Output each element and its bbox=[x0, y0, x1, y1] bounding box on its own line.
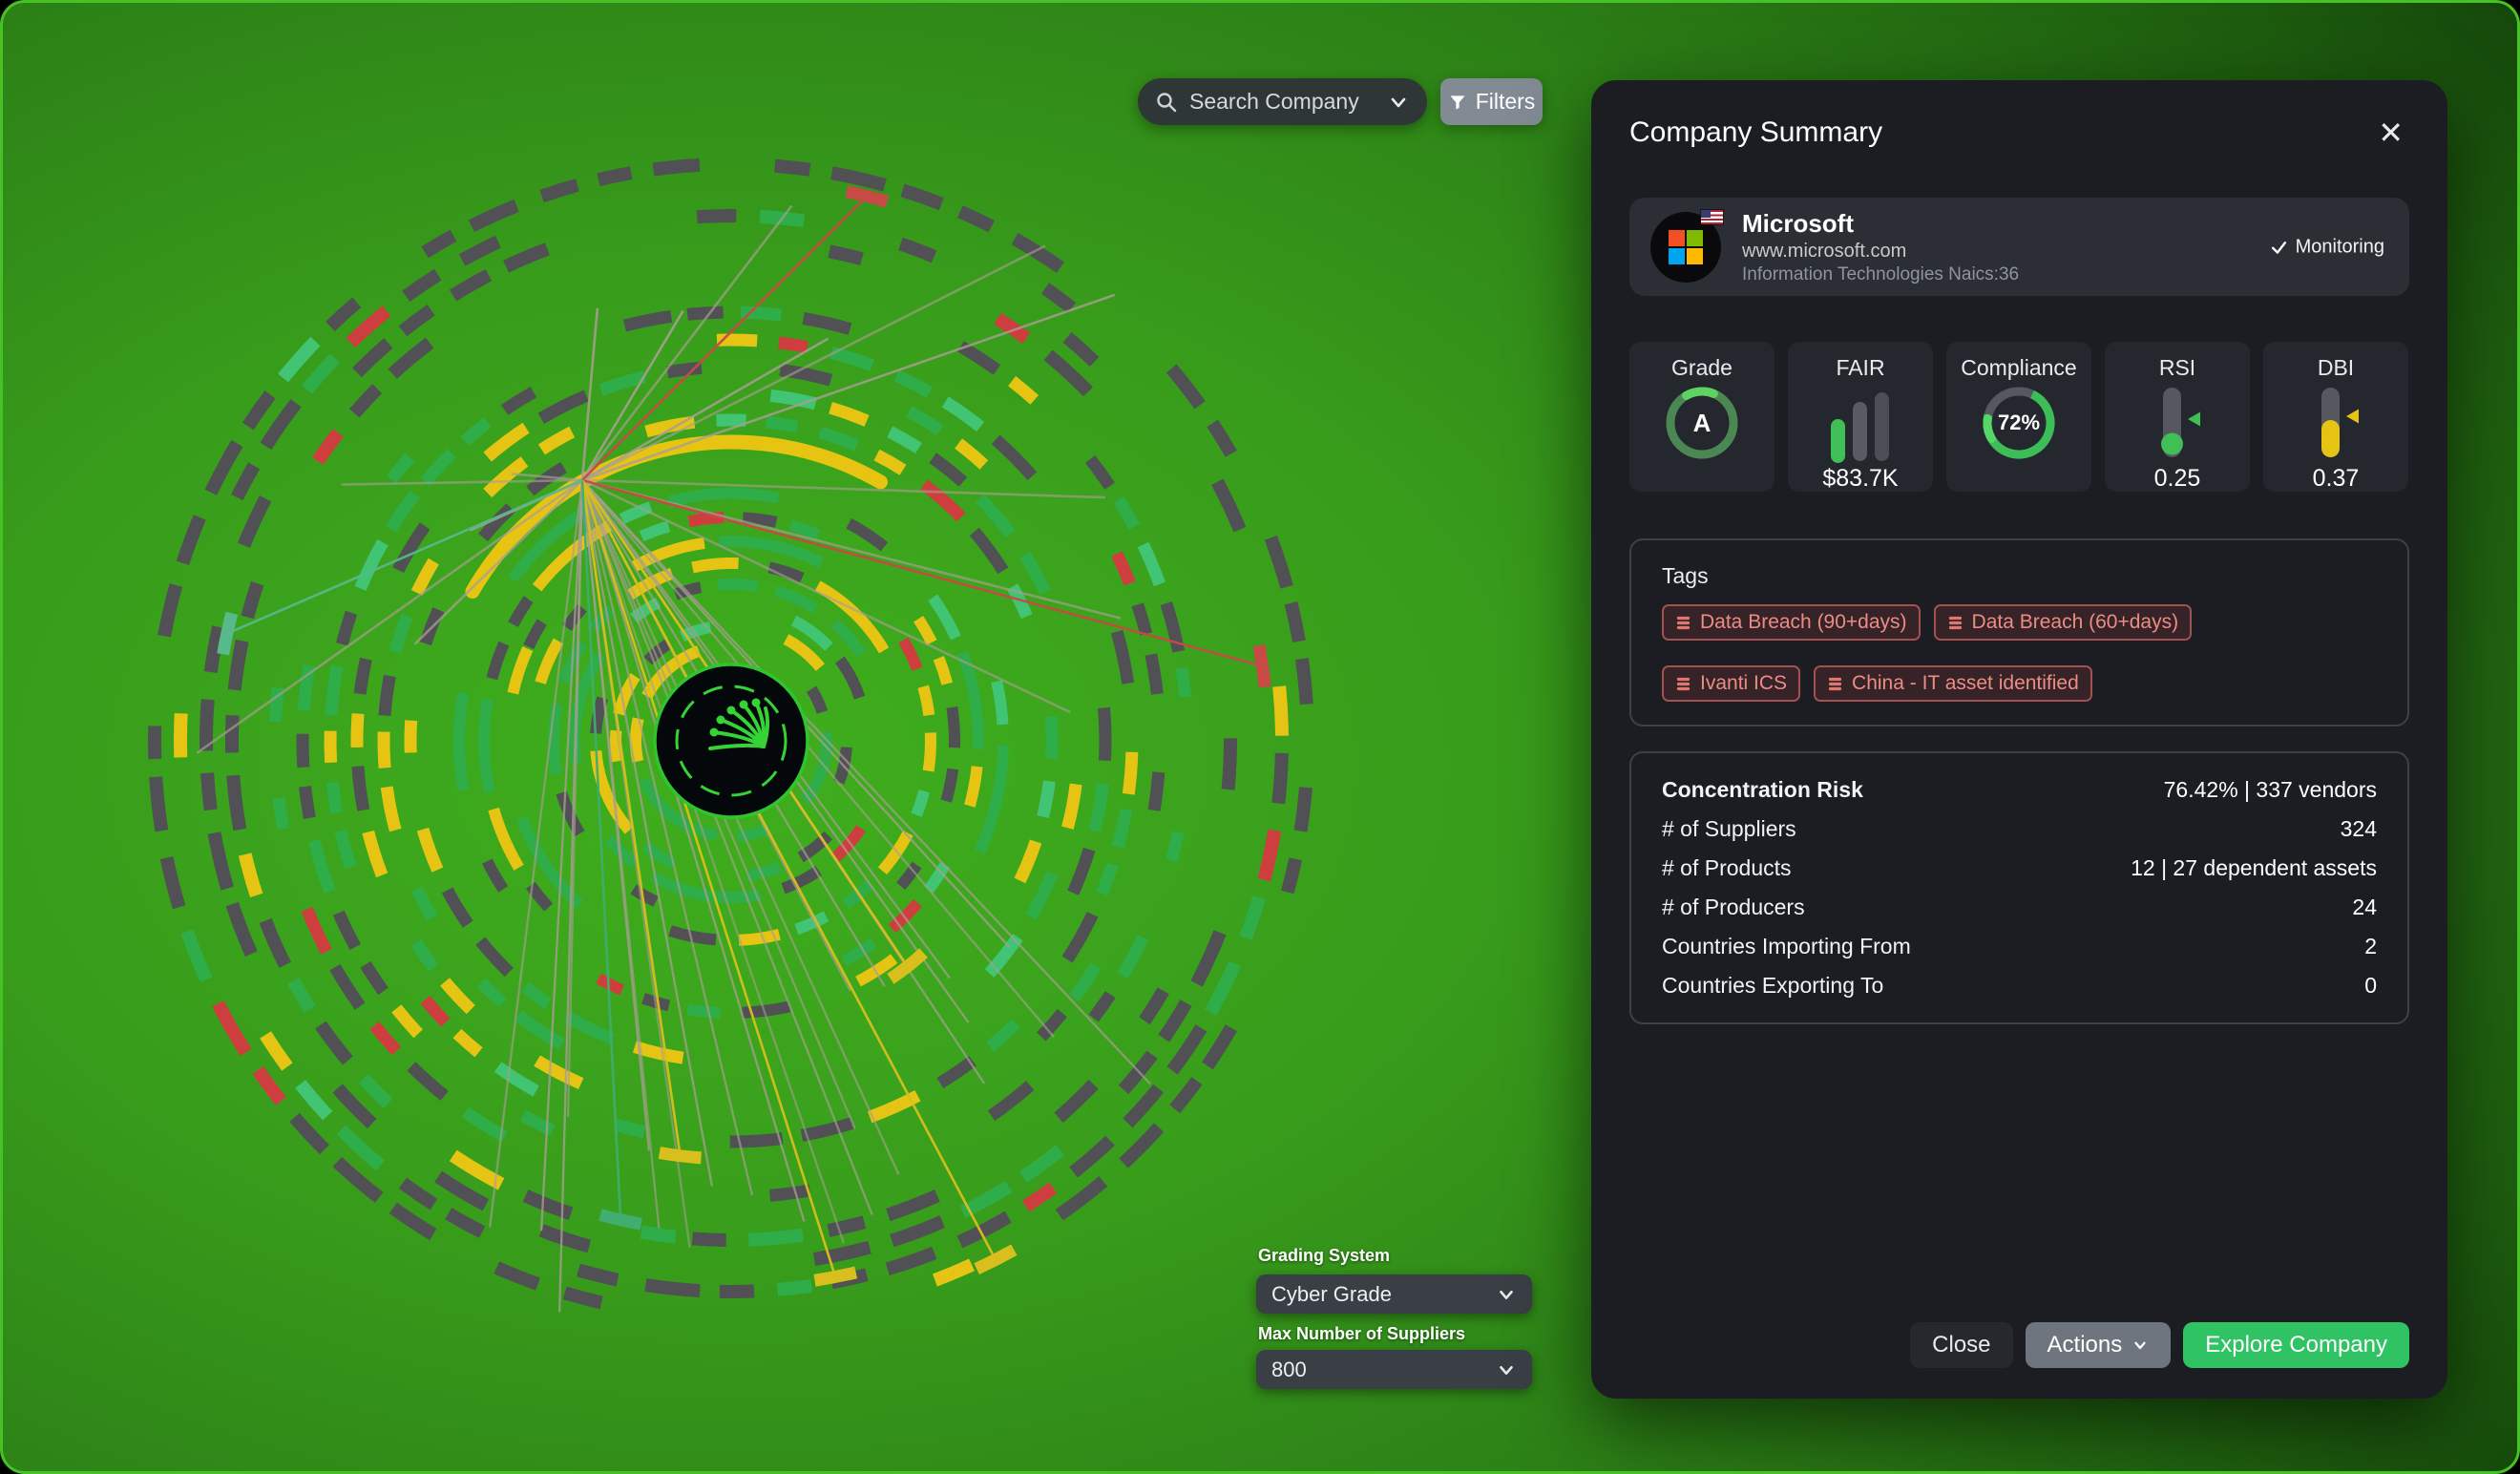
tag-stack-icon bbox=[1675, 615, 1691, 631]
bar-chart-icon bbox=[1818, 381, 1902, 465]
tag-label: China - IT asset identified bbox=[1852, 672, 2079, 695]
monitoring-label: Monitoring bbox=[2296, 236, 2384, 258]
tag-chip[interactable]: Data Breach (90+days) bbox=[1662, 604, 1921, 641]
company-search-select[interactable]: Search Company bbox=[1138, 78, 1427, 125]
rsi-gauge-icon bbox=[2142, 381, 2213, 465]
company-card[interactable]: Microsoft www.microsoft.com Information … bbox=[1629, 198, 2409, 296]
metric-label: # of Producers bbox=[1662, 895, 1805, 920]
stat-card-rsi: RSI 0.25 bbox=[2105, 342, 2250, 492]
stat-label: Grade bbox=[1671, 355, 1732, 381]
concentration-risk-card: Concentration Risk 76.42% | 337 vendors # … bbox=[1629, 751, 2409, 1024]
tag-label: Data Breach (90+days) bbox=[1700, 611, 1907, 634]
grading-system-value: Cyber Grade bbox=[1271, 1282, 1392, 1307]
metric-row: Concentration Risk 76.42% | 337 vendors bbox=[1662, 770, 2377, 810]
filter-icon bbox=[1448, 93, 1467, 112]
stat-card-compliance: Compliance 72% bbox=[1946, 342, 2091, 492]
explore-company-button[interactable]: Explore Company bbox=[2183, 1322, 2409, 1368]
tag-stack-icon bbox=[1675, 676, 1691, 692]
tags-title: Tags bbox=[1662, 563, 2377, 589]
metric-label: # of Products bbox=[1662, 855, 1792, 881]
stat-card-dbi: DBI 0.37 bbox=[2263, 342, 2408, 492]
company-domain: www.microsoft.com bbox=[1742, 241, 2019, 263]
compliance-donut-icon: 72% bbox=[1977, 381, 2061, 465]
max-suppliers-label: Max Number of Suppliers bbox=[1258, 1324, 1465, 1344]
tag-label: Data Breach (60+days) bbox=[1972, 611, 2179, 634]
metric-value: 2 bbox=[2364, 934, 2377, 959]
tag-label: Ivanti ICS bbox=[1700, 672, 1787, 695]
stat-value: $83.7K bbox=[1822, 465, 1898, 493]
metric-row: # of Suppliers 324 bbox=[1662, 810, 2377, 849]
metric-value: 324 bbox=[2341, 816, 2377, 842]
check-icon bbox=[2270, 238, 2288, 256]
actions-label: Actions bbox=[2048, 1332, 2123, 1358]
tag-chip[interactable]: Ivanti ICS bbox=[1662, 665, 1800, 702]
metric-value: 12 | 27 dependent assets bbox=[2131, 855, 2377, 881]
grade-donut-icon: A bbox=[1660, 381, 1744, 465]
search-placeholder: Search Company bbox=[1189, 89, 1359, 115]
metric-label: Countries Exporting To bbox=[1662, 973, 1883, 999]
search-icon bbox=[1155, 91, 1178, 114]
panel-header: Company Summary ✕ bbox=[1629, 80, 2409, 155]
stat-label: DBI bbox=[2318, 355, 2354, 381]
company-text: Microsoft www.microsoft.com Information … bbox=[1742, 209, 2019, 285]
dbi-gauge-icon bbox=[2300, 381, 2371, 465]
company-industry: Information Technologies Naics:36 bbox=[1742, 264, 2019, 285]
metric-value: 76.42% | 337 vendors bbox=[2164, 777, 2377, 803]
microsoft-logo-icon bbox=[1669, 230, 1703, 264]
filters-label: Filters bbox=[1476, 89, 1536, 115]
stats-row: Grade A FAIR $83.7K C bbox=[1629, 342, 2409, 492]
us-flag-icon bbox=[1701, 210, 1723, 224]
metric-row: # of Producers 24 bbox=[1662, 888, 2377, 927]
tags-card: Tags Data Breach (90+days) Data Breach (6… bbox=[1629, 538, 2409, 726]
metrics-list: Concentration Risk 76.42% | 337 vendors # … bbox=[1662, 770, 2377, 1005]
metric-row: # of Products 12 | 27 dependent assets bbox=[1662, 849, 2377, 888]
close-icon[interactable]: ✕ bbox=[2372, 116, 2409, 150]
stat-label: Compliance bbox=[1961, 355, 2076, 381]
chevron-down-icon bbox=[1387, 91, 1410, 114]
stat-card-grade: Grade A bbox=[1629, 342, 1774, 492]
monitoring-badge: Monitoring bbox=[2270, 236, 2384, 258]
company-summary-panel: Company Summary ✕ Microsoft www.microsof… bbox=[1591, 80, 2447, 1399]
stat-value: 0.37 bbox=[2313, 465, 2360, 493]
compliance-value: 72% bbox=[1977, 381, 2061, 465]
chevron-down-icon bbox=[2132, 1337, 2149, 1354]
metric-row: Countries Importing From 2 bbox=[1662, 927, 2377, 966]
tags-list: Data Breach (90+days) Data Breach (60+day… bbox=[1662, 604, 2377, 702]
tag-stack-icon bbox=[1827, 676, 1843, 692]
tag-stack-icon bbox=[1947, 615, 1964, 631]
metric-value: 24 bbox=[2352, 895, 2377, 920]
close-button[interactable]: Close bbox=[1910, 1322, 2012, 1368]
chevron-down-icon bbox=[1496, 1284, 1517, 1305]
filters-button[interactable]: Filters bbox=[1440, 78, 1543, 125]
company-avatar bbox=[1650, 212, 1721, 283]
metric-label: Countries Importing From bbox=[1662, 934, 1911, 959]
metric-label: # of Suppliers bbox=[1662, 816, 1796, 842]
grading-system-select[interactable]: Cyber Grade bbox=[1256, 1274, 1532, 1314]
actions-button[interactable]: Actions bbox=[2026, 1322, 2172, 1368]
max-suppliers-select[interactable]: 800 bbox=[1256, 1350, 1532, 1389]
max-suppliers-value: 800 bbox=[1271, 1358, 1307, 1382]
metric-row: Countries Exporting To 0 bbox=[1662, 966, 2377, 1005]
stat-label: RSI bbox=[2159, 355, 2195, 381]
panel-footer: Close Actions Explore Company bbox=[1910, 1322, 2409, 1368]
grading-system-label: Grading System bbox=[1258, 1246, 1390, 1266]
grade-value: A bbox=[1660, 381, 1744, 465]
stat-card-fair: FAIR $83.7K bbox=[1788, 342, 1933, 492]
app-canvas: Search Company Filters Grading System Cy… bbox=[0, 0, 2520, 1474]
stat-label: FAIR bbox=[1836, 355, 1884, 381]
stat-value: 0.25 bbox=[2154, 465, 2201, 493]
chevron-down-icon bbox=[1496, 1359, 1517, 1380]
metric-value: 0 bbox=[2364, 973, 2377, 999]
company-name: Microsoft bbox=[1742, 209, 2019, 239]
panel-title: Company Summary bbox=[1629, 116, 1882, 149]
metric-label: Concentration Risk bbox=[1662, 777, 1863, 803]
tag-chip[interactable]: Data Breach (60+days) bbox=[1934, 604, 2193, 641]
tag-chip[interactable]: China - IT asset identified bbox=[1814, 665, 2092, 702]
